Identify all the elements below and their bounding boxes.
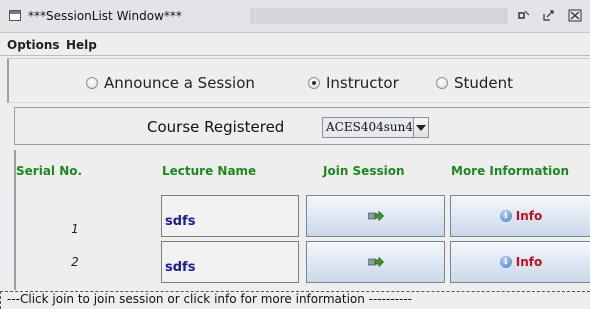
column-header-serial: Serial No. <box>16 164 83 178</box>
role-selector-panel: Announce a Session Instructor Student <box>7 58 590 103</box>
info-icon: i <box>499 210 512 222</box>
course-panel: Course Registered ACES404sun4 <box>14 107 590 145</box>
window-title: ***SessionList Window*** <box>28 9 182 23</box>
course-dropdown-value[interactable]: ACES404sun4 <box>323 118 413 137</box>
menu-bar: Options Help <box>0 34 590 56</box>
info-button[interactable]: i Info <box>450 195 590 237</box>
info-button[interactable]: i Info <box>450 241 590 283</box>
session-table: Serial No. Lecture Name Join Session Mor… <box>14 150 590 290</box>
join-arrow-icon <box>367 257 384 267</box>
lecture-name: sdfs <box>165 260 196 275</box>
course-dropdown[interactable]: ACES404sun4 <box>322 117 429 138</box>
maximize-icon[interactable] <box>542 9 556 22</box>
radio-instructor[interactable]: Instructor <box>308 74 399 92</box>
status-bar: ---Click join to join session or click i… <box>0 291 590 309</box>
radio-label: Instructor <box>326 74 399 92</box>
lecture-name-cell[interactable]: sdfs <box>161 195 299 237</box>
radio-label: Announce a Session <box>104 74 255 92</box>
menu-help[interactable]: Help <box>66 38 97 52</box>
session-list-window: ***SessionList Window*** Options Help An… <box>0 0 590 309</box>
radio-button-checked-icon[interactable] <box>308 77 320 89</box>
radio-button-icon[interactable] <box>436 77 448 89</box>
lecture-name: sdfs <box>165 214 196 229</box>
column-header-info: More Information <box>451 164 570 178</box>
radio-announce-session[interactable]: Announce a Session <box>86 74 255 92</box>
column-header-join: Join Session <box>323 164 405 178</box>
join-arrow-icon <box>367 211 384 221</box>
status-text: ---Click join to join session or click i… <box>7 292 412 306</box>
menu-options[interactable]: Options <box>7 38 60 52</box>
info-button-label: Info <box>515 255 543 269</box>
close-icon[interactable] <box>568 9 582 22</box>
join-session-button[interactable] <box>306 241 445 283</box>
join-session-button[interactable] <box>306 195 445 237</box>
lecture-name-cell[interactable]: sdfs <box>161 241 299 283</box>
minimize-icon[interactable] <box>517 9 531 22</box>
column-header-lecture: Lecture Name <box>162 164 257 178</box>
radio-student[interactable]: Student <box>436 74 513 92</box>
title-bar-texture <box>250 8 508 24</box>
serial-number: 2 <box>71 255 79 269</box>
title-bar[interactable]: ***SessionList Window*** <box>0 0 590 33</box>
info-button-label: Info <box>515 209 543 223</box>
info-icon: i <box>499 256 512 268</box>
window-icon[interactable] <box>9 10 21 21</box>
chevron-down-icon[interactable] <box>412 118 428 137</box>
serial-number: 1 <box>71 222 79 236</box>
radio-label: Student <box>454 74 514 92</box>
radio-button-icon[interactable] <box>86 77 98 89</box>
course-registered-label: Course Registered <box>147 118 285 136</box>
